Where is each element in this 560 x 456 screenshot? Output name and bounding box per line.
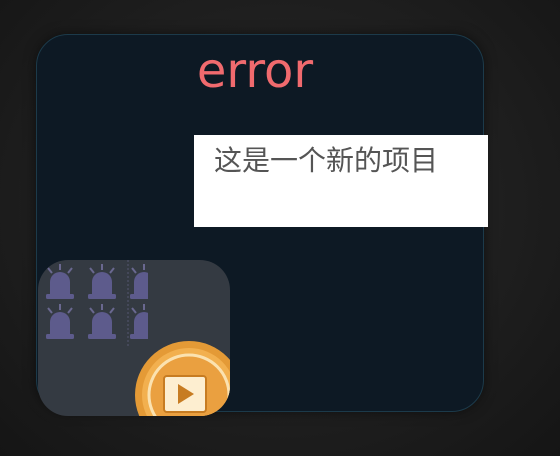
media-thumbnail[interactable] — [38, 260, 230, 416]
new-item-box[interactable]: 这是一个新的项目 — [194, 135, 488, 227]
siren-pattern-icon — [45, 260, 148, 346]
play-badge-icon[interactable] — [134, 340, 230, 416]
new-item-label: 这是一个新的项目 — [214, 144, 439, 177]
error-title: error — [196, 43, 314, 99]
